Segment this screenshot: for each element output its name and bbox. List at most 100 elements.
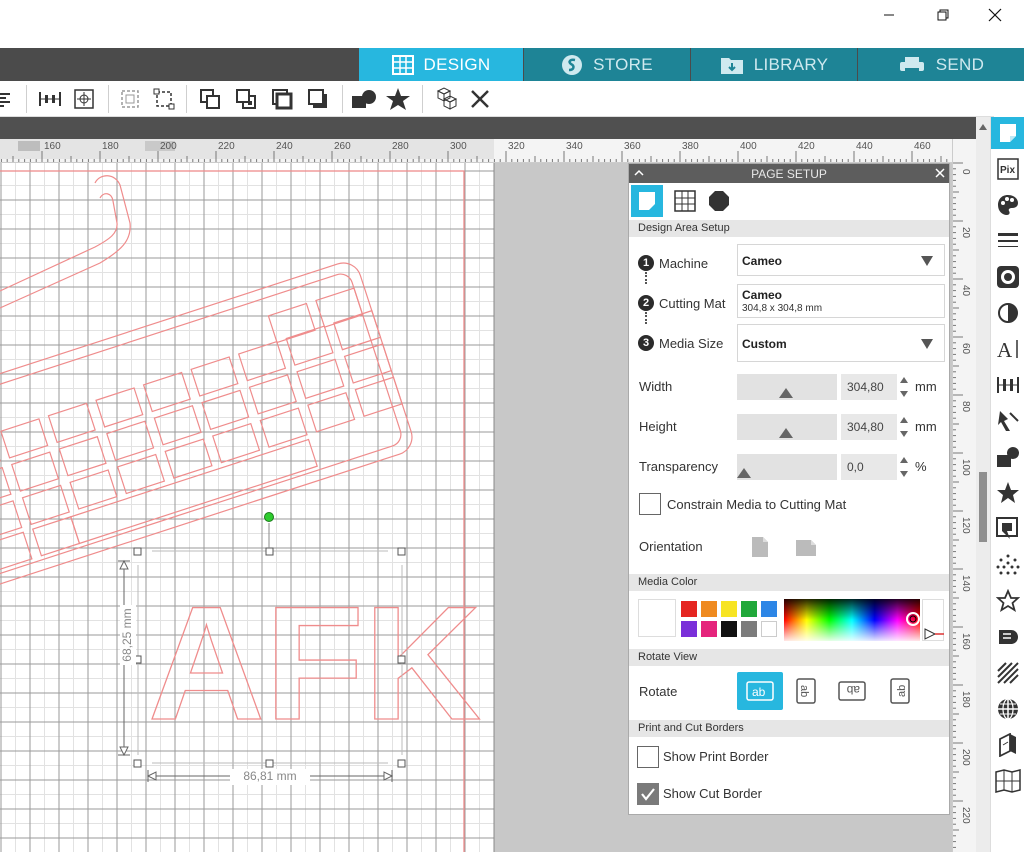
orientation-landscape-button[interactable] <box>795 539 817 562</box>
group-button[interactable] <box>116 85 144 113</box>
scroll-up-arrow[interactable] <box>978 119 988 130</box>
offset-tool[interactable] <box>994 515 1022 543</box>
height-input[interactable]: 304,80 <box>841 414 897 440</box>
text-style-tool[interactable]: A <box>994 335 1022 363</box>
show-print-border-checkbox[interactable] <box>637 746 659 768</box>
cutting-mat-size: 304,8 x 304,8 mm <box>742 303 823 314</box>
color-swatch[interactable] <box>681 601 697 617</box>
ungroup-button[interactable] <box>150 85 178 113</box>
ruler-label: 200 <box>960 749 971 766</box>
send-back-icon <box>236 89 256 109</box>
modify-tool[interactable] <box>994 479 1022 507</box>
rotate-180-button[interactable]: ab <box>837 676 867 706</box>
favorite-star-button[interactable] <box>384 85 412 113</box>
tab-library[interactable]: LIBRARY <box>691 48 857 81</box>
color-swatch[interactable] <box>721 621 737 637</box>
center-to-page-button[interactable] <box>70 85 98 113</box>
orientation-portrait-button[interactable] <box>751 536 769 563</box>
transform-tool[interactable] <box>994 407 1022 435</box>
show-cut-border-checkbox[interactable] <box>637 783 659 805</box>
sketch-tool[interactable] <box>994 659 1022 687</box>
send-backward-button[interactable] <box>304 85 332 113</box>
close-panel-button[interactable] <box>934 167 946 182</box>
collapse-panel-button[interactable] <box>633 167 645 182</box>
bring-to-front-button[interactable] <box>196 85 224 113</box>
height-stepper[interactable] <box>899 415 909 444</box>
tab-send-label: SEND <box>935 54 985 74</box>
current-media-color[interactable] <box>638 599 676 637</box>
delete-button[interactable] <box>466 85 494 113</box>
rotate-90-button[interactable]: ab <box>791 676 821 706</box>
height-slider[interactable] <box>737 414 837 440</box>
space-evenly-button[interactable] <box>36 85 64 113</box>
close-icon <box>988 8 1002 22</box>
panel-3d-icon <box>999 733 1016 757</box>
color-swatch[interactable] <box>681 621 697 637</box>
shadow-tool[interactable] <box>994 299 1022 327</box>
width-input[interactable]: 304,80 <box>841 374 897 400</box>
rotate-270-button[interactable]: ab <box>885 676 915 706</box>
align-menu-button[interactable] <box>0 85 20 113</box>
ruler-label: 0 <box>960 169 971 175</box>
line-style-tool[interactable] <box>994 227 1022 255</box>
pixscan-tool[interactable]: Pix <box>994 155 1022 183</box>
constrain-checkbox[interactable] <box>639 493 661 515</box>
page-icon <box>639 192 655 210</box>
trace-tool[interactable] <box>994 551 1022 579</box>
cutting-mat-select[interactable]: Cameo 304,8 x 304,8 mm <box>737 284 945 318</box>
color-swatch[interactable] <box>741 621 757 637</box>
color-spectrum-picker[interactable] <box>784 599 920 641</box>
minimize-button[interactable] <box>866 0 912 30</box>
width-slider[interactable] <box>737 374 837 400</box>
tab-send[interactable]: SEND <box>858 48 1024 81</box>
tab-store[interactable]: STORE <box>524 48 690 81</box>
color-swatch[interactable] <box>761 601 777 617</box>
color-swatch[interactable] <box>701 621 717 637</box>
toolbar-separator <box>108 85 109 113</box>
ruler-label: 140 <box>960 575 971 592</box>
scroll-thumb[interactable] <box>979 472 987 542</box>
restore-button[interactable] <box>920 0 966 30</box>
edit-toolbar <box>0 81 994 117</box>
media-size-select[interactable]: Custom <box>737 324 945 362</box>
color-swatch[interactable] <box>741 601 757 617</box>
library-star-tool[interactable] <box>994 587 1022 615</box>
bring-forward-button[interactable] <box>268 85 296 113</box>
panel-tab-registration[interactable] <box>703 185 735 217</box>
3d-boxes-button[interactable] <box>430 85 458 113</box>
width-label: Width <box>639 379 673 394</box>
ruler-label: 360 <box>624 141 641 152</box>
fill-color-tool[interactable] <box>994 191 1022 219</box>
replicate-tool[interactable] <box>994 443 1022 471</box>
slider-marker-icon <box>924 628 944 640</box>
panel-tab-grid[interactable] <box>669 185 701 217</box>
rotate-0-button[interactable]: ab <box>737 672 783 710</box>
color-swatch[interactable] <box>761 621 777 637</box>
color-swatch[interactable] <box>701 601 717 617</box>
width-stepper[interactable] <box>899 375 909 404</box>
machine-select[interactable]: Cameo <box>737 244 945 276</box>
vertical-scrollbar[interactable] <box>976 117 990 852</box>
warp-tool[interactable] <box>994 695 1022 723</box>
panel-tab-page[interactable] <box>631 185 663 217</box>
tab-design[interactable]: DESIGN <box>359 48 523 81</box>
send-to-back-button[interactable] <box>232 85 260 113</box>
map-tool[interactable] <box>994 767 1022 795</box>
close-window-button[interactable] <box>972 0 1018 30</box>
align-tool[interactable] <box>994 371 1022 399</box>
stepper-arrows-icon <box>900 417 908 437</box>
transparency-stepper[interactable] <box>899 455 909 484</box>
step-2-badge: 2 <box>638 295 654 311</box>
transparency-input[interactable]: 0,0 <box>841 454 897 480</box>
toolbar-separator <box>422 85 423 113</box>
send-tool[interactable] <box>994 623 1022 651</box>
3d-tool[interactable] <box>994 731 1022 759</box>
fill-pattern-tool[interactable] <box>994 263 1022 291</box>
ruler-label: 420 <box>798 141 815 152</box>
brightness-slider[interactable] <box>922 599 944 641</box>
transparency-slider[interactable] <box>737 454 837 480</box>
height-unit: mm <box>915 419 937 434</box>
color-swatch[interactable] <box>721 601 737 617</box>
page-setup-tool[interactable] <box>991 117 1024 149</box>
modify-shapes-button[interactable] <box>350 85 378 113</box>
